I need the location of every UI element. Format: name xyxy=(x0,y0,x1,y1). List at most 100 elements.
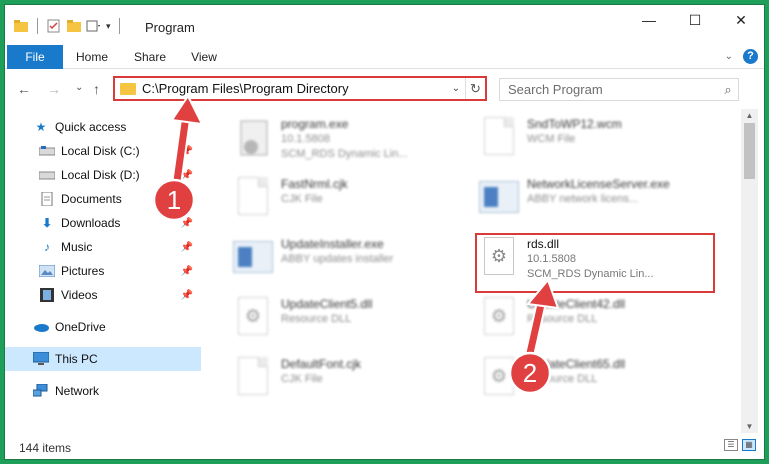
maximize-button[interactable]: ☐ xyxy=(672,5,718,35)
tab-view[interactable]: View xyxy=(181,45,227,69)
dll-gear-icon: ⚙ xyxy=(479,297,519,339)
new-folder-icon[interactable] xyxy=(66,19,82,33)
sidebar-item-label: Pictures xyxy=(61,264,105,278)
sidebar-item-downloads[interactable]: ⬇ Downloads 📌 xyxy=(5,211,201,235)
tab-home[interactable]: Home xyxy=(67,45,117,69)
search-icon[interactable]: ⌕ xyxy=(718,82,738,98)
expand-ribbon-icon[interactable]: ⌄ xyxy=(725,51,733,62)
pictures-icon xyxy=(39,264,55,278)
pin-icon[interactable]: 📌 xyxy=(181,266,193,277)
title-bar: ▾ Program — ☐ ✕ xyxy=(5,5,764,45)
large-icons-view-icon[interactable]: ▦ xyxy=(742,439,756,451)
tab-file[interactable]: File xyxy=(7,45,63,69)
toolbar-separator xyxy=(37,18,38,34)
file-item-sndtowp12[interactable]: SndToWP12.wcm WCM File xyxy=(465,111,715,169)
sidebar-item-this-pc[interactable]: This PC xyxy=(5,347,201,371)
help-icon[interactable]: ? xyxy=(743,49,758,64)
customize-toolbar-icon[interactable] xyxy=(86,19,102,33)
file-item-defaultfont[interactable]: DefaultFont.cjk CJK File xyxy=(219,351,469,409)
file-name: UpdateClient5.dll xyxy=(281,297,373,311)
download-icon: ⬇ xyxy=(41,216,53,230)
sidebar-item-label: Network xyxy=(55,384,100,398)
document-icon xyxy=(479,117,519,159)
cloud-icon xyxy=(33,320,49,334)
scroll-thumb[interactable] xyxy=(744,123,755,179)
file-type: ABBY updates installer xyxy=(281,253,394,265)
file-type: ABBY network licens... xyxy=(527,193,639,205)
network-icon xyxy=(33,384,49,398)
details-view-icon[interactable]: ☰ xyxy=(724,439,738,451)
properties-icon[interactable] xyxy=(46,19,62,33)
tab-share[interactable]: Share xyxy=(125,45,175,69)
dll-gear-icon: ⚙ xyxy=(479,357,519,399)
sidebar-item-music[interactable]: ♪ Music 📌 xyxy=(5,235,201,259)
file-type: CJK File xyxy=(281,193,323,205)
item-count: 144 items xyxy=(19,441,72,455)
scroll-down-icon[interactable]: ▼ xyxy=(741,422,758,431)
scroll-up-icon[interactable]: ▲ xyxy=(741,111,758,120)
star-icon: ★ xyxy=(35,120,47,134)
forward-button[interactable]: → xyxy=(47,81,61,97)
file-item-fastnrml[interactable]: FastNrml.cjk CJK File xyxy=(219,171,469,229)
sidebar-item-label: Local Disk (D:) xyxy=(61,168,140,182)
sidebar-item-network[interactable]: Network xyxy=(5,379,201,403)
folder-icon[interactable] xyxy=(13,19,29,33)
ribbon-tabs: File Home Share View ⌄ ? xyxy=(5,45,764,69)
sidebar-item-documents[interactable]: Documents 📌 xyxy=(5,187,201,211)
sidebar-item-onedrive[interactable]: OneDrive xyxy=(5,315,201,339)
sidebar-item-label: This PC xyxy=(55,352,98,366)
file-name: FastNrml.cjk xyxy=(281,177,348,191)
chevron-down-icon[interactable]: ⌄ xyxy=(447,83,465,94)
vertical-scrollbar[interactable]: ▲ ▼ xyxy=(741,109,758,433)
sidebar-item-pictures[interactable]: Pictures 📌 xyxy=(5,259,201,283)
music-icon: ♪ xyxy=(44,240,50,254)
minimize-button[interactable]: — xyxy=(626,5,672,35)
up-button[interactable]: ↑ xyxy=(93,81,100,97)
back-button[interactable]: ← xyxy=(17,81,31,97)
sidebar-item-videos[interactable]: Videos 📌 xyxy=(5,283,201,307)
file-type: WCM File xyxy=(527,133,576,145)
window-title: Program xyxy=(145,20,195,35)
search-box[interactable]: Search Program ⌕ xyxy=(499,78,739,101)
address-path[interactable]: C:\Program Files\Program Directory xyxy=(142,81,447,96)
pin-icon[interactable]: 📌 xyxy=(181,194,193,205)
pin-icon[interactable]: 📌 xyxy=(181,146,193,157)
file-item-updateclient42[interactable]: ⚙ UpdateClient42.dll Resource DLL xyxy=(465,291,715,349)
navigation-bar: ← → ⌄ ↑ C:\Program Files\Program Directo… xyxy=(5,69,764,107)
pin-icon[interactable]: 📌 xyxy=(181,218,193,229)
drive-icon xyxy=(39,168,55,182)
file-name: SndToWP12.wcm xyxy=(527,117,622,131)
file-item-program-exe[interactable]: program.exe 10.1.5808 SCM_RDS Dynamic Li… xyxy=(219,111,469,169)
computer-icon xyxy=(33,352,49,366)
pin-icon[interactable]: 📌 xyxy=(181,290,193,301)
sidebar-item-label: OneDrive xyxy=(55,320,106,334)
search-input[interactable]: Search Program xyxy=(508,82,718,97)
pin-icon[interactable]: 📌 xyxy=(181,242,193,253)
sidebar-item-label: Music xyxy=(61,240,93,254)
pin-icon[interactable]: 📌 xyxy=(181,170,193,181)
file-item-updateinstaller[interactable]: UpdateInstaller.exe ABBY updates install… xyxy=(219,231,469,289)
sidebar-item-quick-access[interactable]: ★ Quick access xyxy=(5,115,201,139)
sidebar-item-local-disk-c[interactable]: Local Disk (C:) 📌 xyxy=(5,139,201,163)
file-type: Resource DLL xyxy=(281,313,352,325)
ribbon-right: ⌄ ? xyxy=(725,49,758,64)
title-separator xyxy=(118,18,120,34)
file-item-networklicenseserver[interactable]: NetworkLicenseServer.exe ABBY network li… xyxy=(465,171,715,229)
file-item-updateclient5[interactable]: ⚙ UpdateClient5.dll Resource DLL xyxy=(219,291,469,349)
sidebar-item-local-disk-d[interactable]: Local Disk (D:) 📌 xyxy=(5,163,201,187)
file-version: 10.1.5808 xyxy=(281,133,330,145)
address-bar[interactable]: C:\Program Files\Program Directory ⌄ ↻ xyxy=(113,76,487,101)
file-description: SCM_RDS Dynamic Lin... xyxy=(281,148,408,160)
close-button[interactable]: ✕ xyxy=(718,5,764,35)
folder-icon xyxy=(120,82,136,95)
refresh-icon[interactable]: ↻ xyxy=(465,78,485,99)
sidebar-item-label: Quick access xyxy=(55,120,127,134)
installer-icon xyxy=(233,117,273,159)
document-icon xyxy=(233,177,273,219)
file-type: Resource DLL xyxy=(527,313,598,325)
qat-dropdown-icon[interactable]: ▾ xyxy=(106,21,111,32)
file-item-updateclient65[interactable]: ⚙ UpdateClient65.dll Resource DLL xyxy=(465,351,715,409)
document-icon xyxy=(233,357,273,399)
recent-locations-button[interactable]: ⌄ xyxy=(75,82,83,93)
sidebar-item-label: Downloads xyxy=(61,216,121,230)
